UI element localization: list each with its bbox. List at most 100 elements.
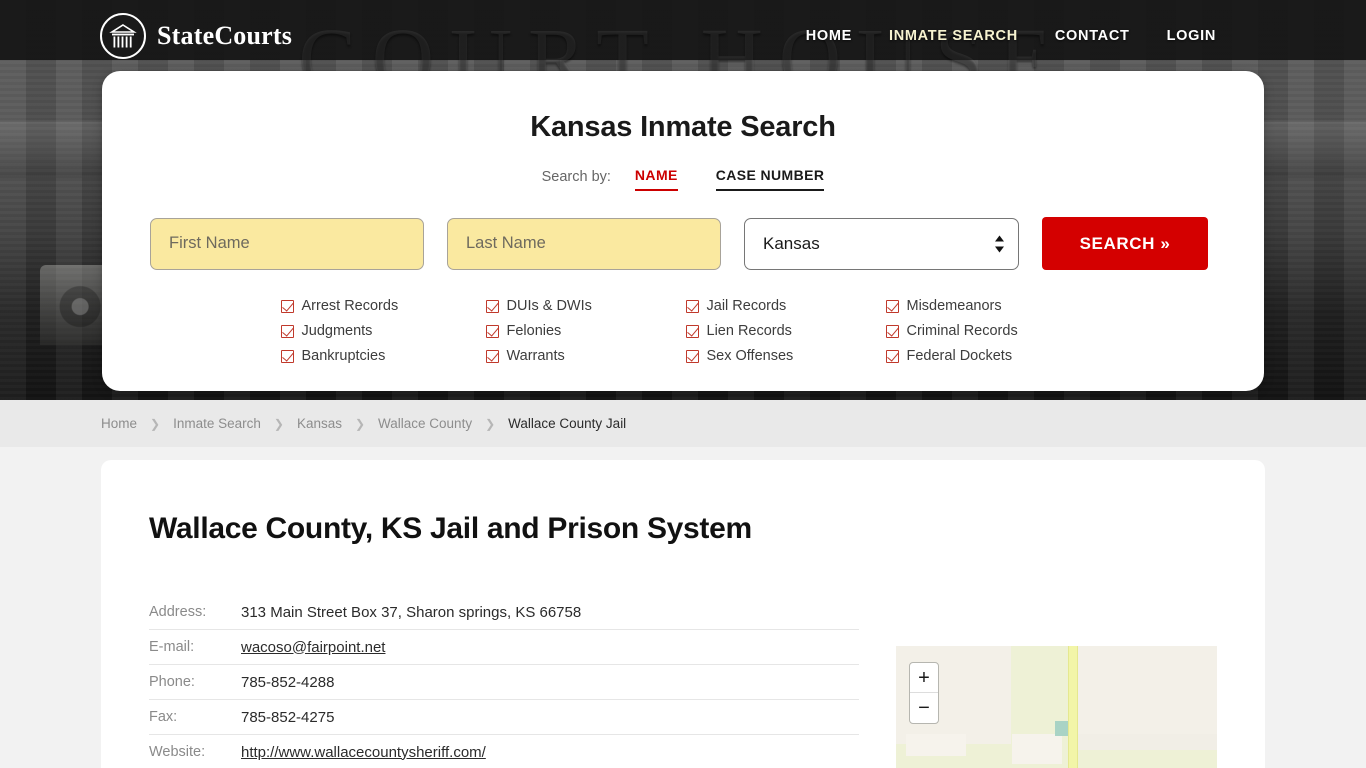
checkbox-checked-icon [485, 324, 499, 338]
table-row: Address: 313 Main Street Box 37, Sharon … [149, 595, 859, 630]
first-name-input[interactable] [150, 217, 424, 270]
detail-value-email: wacoso@fairpoint.net [241, 639, 385, 656]
main-nav: HOME INMATE SEARCH CONTACT LOGIN [806, 28, 1216, 44]
inmate-search-card: Kansas Inmate Search Search by: NAME CAS… [102, 71, 1264, 391]
table-row: Fax: 785-852-4275 [149, 700, 859, 735]
detail-value-fax: 785-852-4275 [241, 708, 335, 726]
search-button[interactable]: SEARCH » [1042, 217, 1208, 270]
chevron-updown-icon [994, 235, 1005, 252]
brand-name: StateCourts [157, 21, 293, 50]
chevron-right-icon: ❯ [150, 416, 161, 431]
tab-search-by-name[interactable]: NAME [634, 167, 678, 191]
map-landuse-patch [906, 734, 966, 756]
checklist-label: Misdemeanors [906, 298, 1002, 314]
map-landuse-patch [1068, 646, 1217, 744]
last-name-input[interactable] [447, 217, 721, 270]
breadcrumb-item-current: Wallace County Jail [508, 416, 627, 431]
checklist-label: Jail Records [706, 298, 787, 314]
facility-content-card: Wallace County, KS Jail and Prison Syste… [101, 460, 1265, 768]
checklist-label: Sex Offenses [706, 348, 794, 364]
map-road [1068, 646, 1078, 768]
nav-item-home[interactable]: HOME [806, 28, 852, 44]
page-title: Wallace County, KS Jail and Prison Syste… [149, 512, 752, 545]
chevron-right-icon: ❯ [273, 416, 284, 431]
breadcrumb-item-inmate-search[interactable]: Inmate Search [173, 416, 261, 431]
detail-value-website: http://www.wallacecountysheriff.com/ [241, 744, 486, 761]
facility-details-table: Address: 313 Main Street Box 37, Sharon … [149, 595, 859, 768]
checklist-label: Felonies [506, 323, 562, 339]
checklist-item: DUIs & DWIs [485, 298, 686, 314]
checklist-item: Criminal Records [885, 323, 1086, 339]
nav-item-login[interactable]: LOGIN [1167, 28, 1216, 44]
state-select-value: Kansas [763, 233, 820, 253]
state-select[interactable]: Kansas [744, 217, 1019, 270]
table-row: E-mail: wacoso@fairpoint.net [149, 630, 859, 665]
checklist-item: Bankruptcies [280, 348, 486, 364]
top-navigation-bar: StateCourts HOME INMATE SEARCH CONTACT L… [0, 0, 1366, 72]
checkbox-checked-icon [885, 324, 899, 338]
map-building-marker [1055, 721, 1069, 736]
checklist-item: Federal Dockets [885, 348, 1086, 364]
checklist-label: Judgments [301, 323, 373, 339]
nav-item-inmate-search[interactable]: INMATE SEARCH [889, 28, 1018, 44]
detail-value-address: 313 Main Street Box 37, Sharon springs, … [241, 603, 582, 621]
map-zoom-in-button[interactable]: + [910, 663, 938, 693]
map-landuse-patch [1078, 734, 1217, 750]
brand-logo[interactable]: StateCourts [100, 13, 292, 59]
checklist-label: Lien Records [706, 323, 792, 339]
checklist-label: Federal Dockets [906, 348, 1013, 364]
tab-search-by-case-number[interactable]: CASE NUMBER [715, 167, 825, 191]
checklist-item: Felonies [485, 323, 686, 339]
detail-value-phone: 785-852-4288 [241, 673, 335, 691]
checklist-label: Criminal Records [906, 323, 1018, 339]
record-type-checklist: Arrest Records DUIs & DWIs Jail Records … [132, 298, 1234, 364]
search-by-label: Search by: [541, 169, 611, 185]
checklist-label: Arrest Records [301, 298, 399, 314]
email-link[interactable]: wacoso@fairpoint.net [241, 639, 385, 656]
table-row: Phone: 785-852-4288 [149, 665, 859, 700]
search-form-row: Kansas SEARCH » [132, 217, 1234, 270]
checklist-item: Jail Records [685, 298, 886, 314]
checklist-item: Misdemeanors [885, 298, 1086, 314]
checklist-item: Lien Records [685, 323, 886, 339]
checkbox-checked-icon [685, 324, 699, 338]
checkbox-checked-icon [280, 324, 294, 338]
detail-label: Fax: [149, 709, 178, 725]
checklist-label: DUIs & DWIs [506, 298, 592, 314]
checklist-label: Bankruptcies [301, 348, 386, 364]
checkbox-checked-icon [685, 299, 699, 313]
breadcrumb: Home ❯ Inmate Search ❯ Kansas ❯ Wallace … [0, 400, 1366, 447]
courthouse-circle-logo-icon [100, 13, 146, 59]
website-link[interactable]: http://www.wallacecountysheriff.com/ [241, 744, 486, 761]
detail-label: E-mail: [149, 639, 195, 655]
detail-label: Address: [149, 604, 207, 620]
checkbox-checked-icon [685, 349, 699, 363]
page-body: Wallace County, KS Jail and Prison Syste… [0, 447, 1366, 768]
breadcrumb-item-wallace-county[interactable]: Wallace County [378, 416, 472, 431]
checkbox-checked-icon [485, 299, 499, 313]
detail-label: Phone: [149, 674, 195, 690]
checklist-label: Warrants [506, 348, 565, 364]
nav-item-contact[interactable]: CONTACT [1055, 28, 1130, 44]
checklist-item: Judgments [280, 323, 486, 339]
detail-label: Website: [149, 744, 206, 760]
checkbox-checked-icon [885, 299, 899, 313]
chevron-right-icon: ❯ [485, 416, 496, 431]
table-row: Website: http://www.wallacecountysheriff… [149, 735, 859, 768]
search-card-title: Kansas Inmate Search [530, 111, 836, 143]
breadcrumb-item-home[interactable]: Home [101, 416, 137, 431]
breadcrumb-item-kansas[interactable]: Kansas [297, 416, 342, 431]
checkbox-checked-icon [280, 349, 294, 363]
checklist-item: Sex Offenses [685, 348, 886, 364]
checkbox-checked-icon [485, 349, 499, 363]
search-by-row: Search by: NAME CASE NUMBER [132, 167, 1234, 191]
location-map[interactable]: + − [896, 646, 1217, 768]
map-zoom-out-button[interactable]: − [910, 693, 938, 723]
map-zoom-controls: + − [909, 662, 939, 724]
hero-section: COURT HOUSE StateCourts HOME INMATE SEAR… [0, 0, 1366, 400]
chevron-right-icon: ❯ [354, 416, 366, 431]
checkbox-checked-icon [885, 349, 899, 363]
checklist-item: Warrants [485, 348, 686, 364]
map-landuse-patch [1012, 734, 1062, 764]
checkbox-checked-icon [280, 299, 294, 313]
